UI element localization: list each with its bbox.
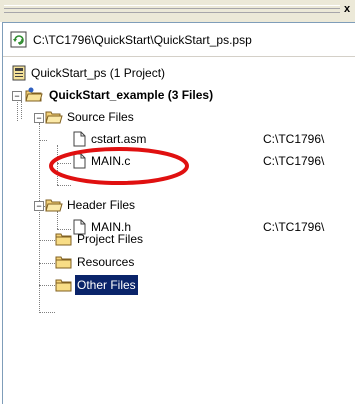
close-icon[interactable]: x	[341, 2, 353, 16]
annotation-ellipse	[49, 147, 189, 185]
project-tree[interactable]: C:\TC1796\QuickStart\QuickStart_ps.psp Q…	[2, 22, 355, 404]
gripper-lines	[4, 5, 340, 13]
panel-gripper[interactable]: x	[0, 0, 355, 22]
